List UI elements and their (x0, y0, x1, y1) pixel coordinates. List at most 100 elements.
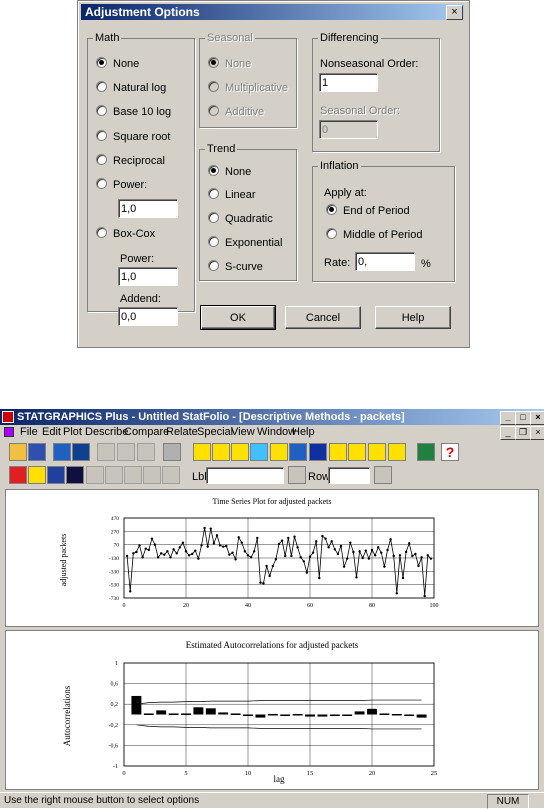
ts-data-point (280, 539, 284, 542)
copy-icon[interactable] (117, 443, 135, 461)
ok-button[interactable]: OK (200, 305, 276, 330)
trend-scurve-radio[interactable] (208, 260, 219, 271)
rate-unit: % (421, 258, 431, 270)
save-icon[interactable] (28, 443, 46, 461)
line-chart-icon[interactable] (329, 443, 347, 461)
ts-data-point (361, 556, 364, 560)
math-natural-log-label: Natural log (113, 82, 167, 94)
ts-data-point (259, 581, 262, 584)
wizard-icon[interactable] (417, 443, 435, 461)
trend-scurve-label: S-curve (225, 261, 263, 273)
acf-xtick-label: 15 (307, 770, 314, 777)
math-none-radio[interactable] (96, 57, 107, 68)
find-row-icon[interactable] (374, 466, 392, 484)
help-icon[interactable]: ? (441, 443, 459, 461)
trend-quadratic-radio[interactable] (208, 212, 219, 223)
lbl-input[interactable] (206, 467, 284, 484)
ts-data-point (231, 551, 234, 554)
mdi-minimize-icon[interactable]: _ (500, 426, 516, 440)
ts-data-point (191, 552, 194, 556)
mdi-close-icon[interactable]: × (530, 426, 544, 440)
acf-bar (367, 708, 377, 715)
ts-data-point (212, 542, 216, 545)
math-natural-log-radio[interactable] (96, 81, 107, 92)
menu-help[interactable]: Help (292, 425, 315, 439)
bar-chart-icon[interactable] (231, 443, 249, 461)
menu-compare[interactable]: Compare (124, 425, 169, 439)
ts-data-point (386, 548, 389, 552)
paste-icon[interactable] (137, 443, 155, 461)
ts-data-point (268, 574, 271, 578)
menu-special[interactable]: Special (197, 425, 233, 439)
graphical-options-icon[interactable] (66, 466, 84, 484)
math-power-input[interactable]: 1,0 (118, 199, 178, 218)
math-square-root-radio[interactable] (96, 130, 107, 141)
ts-ytick-label: 470 (111, 516, 120, 522)
maximize-icon[interactable]: □ (515, 411, 531, 425)
trend-exponential-radio[interactable] (208, 236, 219, 247)
ts-data-point (135, 550, 138, 554)
menu-view[interactable]: View (231, 425, 255, 439)
ts-data-point (178, 546, 181, 549)
ts-data-point (330, 540, 333, 543)
time-series-pane[interactable]: Time Series Plot for adjusted packets ad… (5, 489, 539, 627)
print-icon[interactable] (163, 443, 181, 461)
autocorrelation-pane[interactable]: Estimated Autocorrelations for adjusted … (5, 630, 539, 790)
cut-icon[interactable] (97, 443, 115, 461)
rate-input[interactable]: 0, (355, 252, 415, 271)
tool-icon-6[interactable] (289, 443, 307, 461)
ts-data-point (408, 542, 411, 545)
math-reciprocal-radio[interactable] (96, 154, 107, 165)
end-of-period-radio[interactable] (326, 204, 337, 215)
boxcox-radio[interactable] (96, 227, 107, 238)
tool-icon-7[interactable] (309, 443, 327, 461)
acf-xlabel: lag (274, 774, 285, 784)
ts-data-point (302, 560, 305, 563)
tabular-options-icon[interactable] (47, 466, 65, 484)
tool-icon-4[interactable] (250, 443, 268, 461)
acf-upper-limit (136, 699, 422, 705)
ts-data-point (150, 537, 154, 540)
middle-of-period-radio[interactable] (326, 228, 337, 239)
binoculars-icon[interactable] (288, 466, 306, 484)
tool-icon-2[interactable] (212, 443, 230, 461)
open-icon[interactable] (9, 443, 27, 461)
nonseasonal-order-input[interactable]: 1 (319, 73, 378, 92)
trend-group-label: Trend (205, 143, 238, 155)
ts-data-point (138, 544, 141, 547)
ts-data-point (218, 544, 222, 547)
trend-linear-radio[interactable] (208, 188, 219, 199)
close-icon[interactable]: × (446, 5, 463, 20)
tool-icon-1[interactable] (193, 443, 211, 461)
help-button[interactable]: Help (375, 306, 451, 329)
mdi-restore-icon[interactable]: ❐ (515, 426, 531, 440)
boxcox-power-input[interactable]: 1,0 (118, 267, 178, 286)
tool-icon-10[interactable] (368, 443, 386, 461)
menu-plot[interactable]: Plot (63, 425, 82, 439)
menu-window[interactable]: Window (257, 425, 296, 439)
menu-file[interactable]: File (20, 425, 38, 439)
save-statfolio-icon[interactable] (72, 443, 90, 461)
spreadsheet-icon[interactable] (53, 443, 71, 461)
ts-data-point (181, 541, 185, 544)
tool-icon-9[interactable] (348, 443, 366, 461)
acf-bar (181, 713, 191, 715)
close-window-icon[interactable]: × (530, 411, 544, 425)
minimize-icon[interactable]: _ (500, 411, 516, 425)
math-base10-log-radio[interactable] (96, 105, 107, 116)
addend-input[interactable]: 0,0 (118, 307, 178, 326)
input-dialog-icon[interactable] (9, 466, 27, 484)
ts-data-point (364, 549, 367, 552)
row-input[interactable] (328, 467, 370, 484)
menu-edit[interactable]: Edit (42, 425, 61, 439)
trend-none-radio[interactable] (208, 165, 219, 176)
math-power-radio[interactable] (96, 178, 107, 189)
tool-icon-5[interactable] (270, 443, 288, 461)
menu-relate[interactable]: Relate (166, 425, 198, 439)
ts-data-point (284, 554, 287, 558)
seasonal-additive-label: Additive (225, 106, 265, 118)
menu-describe[interactable]: Describe (85, 425, 128, 439)
tool-icon-11[interactable] (388, 443, 406, 461)
analysis-options-icon[interactable] (28, 466, 46, 484)
cancel-button[interactable]: Cancel (285, 306, 361, 329)
